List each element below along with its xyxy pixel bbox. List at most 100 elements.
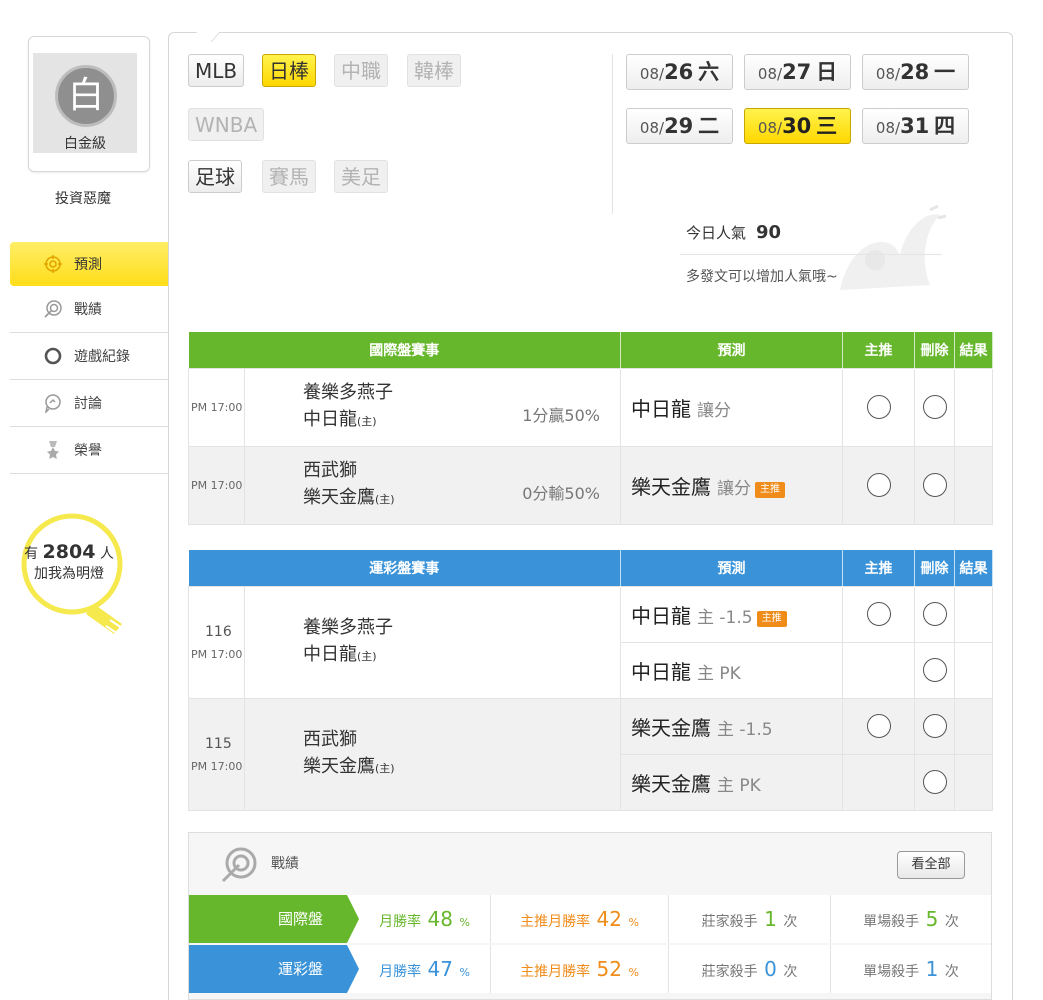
league-npb[interactable]: 日棒 [262,54,316,87]
league-mlb[interactable]: MLB [188,54,245,87]
sidebar-item-honor[interactable]: 榮譽 [10,427,170,474]
matchup: 養樂多燕子 中日龍(主) [244,585,621,699]
chat-icon [42,392,64,414]
league-cpbl[interactable]: 中職 [334,54,388,87]
record-row-lottery: 運彩盤 月勝率 47 % 主推月勝率 52 % 莊家殺手 0 次 單場殺手 1 … [189,945,991,993]
result-cell [954,753,993,811]
main-pick-cell [842,445,915,525]
league-wnba[interactable]: WNBA [188,108,265,141]
result-cell [954,445,993,525]
main-pick-radio[interactable] [866,602,891,626]
matchup: 西武獅 樂天金鷹(主) 0分輸50% [244,445,621,525]
sidebar-item-label: 榮譽 [74,443,102,459]
main-pick-cell [842,367,915,447]
view-all-button[interactable]: 看全部 [897,851,965,879]
result-cell [954,641,993,699]
game-time: 115 PM 17:00 [188,697,245,811]
sidebar-item-label: 預測 [74,257,102,273]
record-title: 戰績 [271,856,299,872]
avatar[interactable]: 白 白金級 [33,53,137,153]
main-pick-cell [842,697,915,755]
main-pick-radio[interactable] [866,395,891,419]
avatar-badge: 白 [55,65,117,127]
sidebar-item-game-log[interactable]: 遊戲紀錄 [10,333,170,380]
mascot-decoration-icon [840,204,947,290]
date-0831[interactable]: 08/31 四 [862,108,969,144]
date-0829[interactable]: 08/29 二 [626,108,733,144]
delete-radio[interactable] [922,395,947,419]
table-row: 115 PM 17:00 西武獅 樂天金鷹(主) 樂天金鷹主 -1.5 [188,697,993,811]
member-level: 白金級 [64,136,106,152]
single-killer: 單場殺手 1 次 [863,957,959,981]
matchup: 養樂多燕子 中日龍(主) 1分贏50% [244,367,621,447]
prediction-cell: 中日龍主 PK [620,641,843,699]
prediction-cell: 樂天金鷹主 -1.5 [620,697,843,755]
league-nfl[interactable]: 美足 [334,160,388,193]
league-kbo[interactable]: 韓棒 [407,54,461,87]
delete-cell [914,641,955,699]
date-0828[interactable]: 08/28 一 [862,54,969,90]
delete-radio[interactable] [922,473,947,497]
odds-text: 0分輸50% [522,484,600,503]
main-pick-cell [842,585,915,643]
header-main-pick: 主推 [842,550,915,586]
username[interactable]: 投資惡魔 [28,188,138,208]
house-killer: 莊家殺手 0 次 [669,945,831,993]
game-time: PM 17:00 [188,445,245,525]
header-main-pick: 主推 [842,332,915,368]
fans-count-text: 有 2804 人 加我為明燈 [24,541,114,582]
sidebar-item-discuss[interactable]: 討論 [10,380,170,427]
monthly-win-rate: 月勝率 47 % [359,945,491,993]
intl-table: 國際盤賽事 預測 主推 刪除 結果 PM 17:00 養樂多燕子 中日龍(主) … [188,332,993,525]
prediction-cell: 樂天金鷹主 PK [620,753,843,811]
table-row: PM 17:00 養樂多燕子 中日龍(主) 1分贏50% 中日龍 讓分 [188,367,993,447]
table-row: PM 17:00 西武獅 樂天金鷹(主) 0分輸50% 樂天金鷹 讓分 主推 [188,445,993,525]
prediction-cell: 樂天金鷹 讓分 主推 [620,445,843,525]
popularity: 今日人氣 90 [686,222,782,243]
league-horse-racing[interactable]: 賽馬 [262,160,316,193]
delete-cell [914,697,955,755]
target-icon [42,253,64,275]
delete-radio[interactable] [922,770,947,794]
matchup: 西武獅 樂天金鷹(主) [244,697,621,811]
record-target-icon [42,298,64,320]
main-monthly-win-rate: 主推月勝率 52 % [491,945,669,993]
intl-header: 國際盤賽事 預測 主推 刪除 結果 [188,332,993,368]
record-label: 運彩盤 [189,945,359,993]
game-number: 115 [205,735,232,752]
date-0830[interactable]: 08/30 三 [744,108,851,144]
header-event: 國際盤賽事 [188,332,621,368]
prediction-cell: 中日龍 讓分 [620,367,843,447]
delete-radio[interactable] [922,658,947,682]
delete-radio[interactable] [922,714,947,738]
header-prediction: 預測 [620,332,843,368]
house-killer: 莊家殺手 1 次 [669,895,831,943]
fans-bulb[interactable]: 有 2804 人 加我為明燈 [14,512,134,652]
delete-radio[interactable] [922,602,947,626]
profile-card: 白 白金級 [28,36,150,172]
single-killer: 單場殺手 5 次 [863,907,959,931]
delete-cell [914,753,955,811]
fans-count: 2804 [42,541,96,563]
popularity-divider [680,254,942,255]
date-0826[interactable]: 08/26 六 [626,54,733,90]
game-time: PM 17:00 [188,367,245,447]
popularity-hint: 多發文可以增加人氣哦~ [686,269,838,285]
lottery-table: 運彩盤賽事 預測 主推 刪除 結果 116 PM 17:00 養樂多燕子 中日龍(… [188,550,993,811]
header-result: 結果 [954,332,993,368]
delete-cell [914,445,955,525]
lottery-header: 運彩盤賽事 預測 主推 刪除 結果 [188,550,993,586]
prediction-cell: 中日龍主 -1.5 主推 [620,585,843,643]
main-pick-radio[interactable] [866,714,891,738]
main-pick-radio[interactable] [866,473,891,497]
game-time: 116 PM 17:00 [188,585,245,699]
sidebar-item-record[interactable]: 戰績 [10,286,170,333]
header-delete: 刪除 [914,332,955,368]
game-number: 116 [205,623,232,640]
record-row-intl: 國際盤 月勝率 48 % 主推月勝率 42 % 莊家殺手 1 次 單場殺手 5 … [189,895,991,943]
sidebar-item-label: 討論 [74,396,102,412]
sidebar-item-predict[interactable]: 預測 [10,242,182,286]
main-pick-cell [842,753,915,811]
league-soccer[interactable]: 足球 [188,160,242,193]
date-0827[interactable]: 08/27 日 [744,54,851,90]
